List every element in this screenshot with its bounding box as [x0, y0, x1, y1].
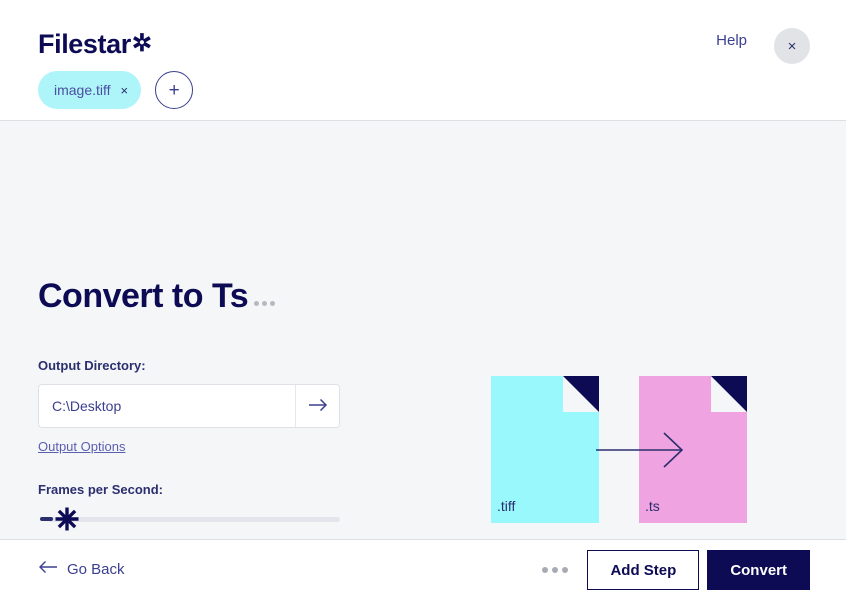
file-tabs: image.tiff × + — [38, 71, 194, 109]
convert-button[interactable]: Convert — [707, 550, 810, 590]
output-directory-browse-button[interactable] — [295, 385, 339, 427]
page-title-row: Convert to Ts — [38, 277, 276, 315]
conversion-arrow-icon — [596, 432, 686, 468]
add-step-button[interactable]: Add Step — [587, 550, 700, 590]
close-window-button[interactable]: × — [774, 28, 810, 64]
plus-icon: + — [168, 79, 180, 101]
arrow-right-icon — [308, 398, 328, 415]
app-footer: Go Back Add Step Convert — [0, 540, 846, 600]
go-back-label: Go Back — [67, 560, 125, 578]
source-file-fold-icon — [563, 376, 599, 412]
main-content: Convert to Ts Output Directory: Output O… — [0, 121, 846, 540]
slider-track[interactable] — [48, 516, 340, 522]
page-title: Convert to Ts — [38, 277, 249, 315]
source-file-extension: .tiff — [497, 498, 516, 514]
frames-per-second-slider[interactable] — [38, 506, 340, 532]
app-logo: Filestar✲ — [38, 29, 152, 60]
slider-thumb-asterisk-icon[interactable] — [54, 506, 80, 532]
app-logo-star-icon: ✲ — [131, 30, 152, 57]
target-file-fold-icon — [711, 376, 747, 412]
app-header: Filestar✲ Help × image.tiff × + — [0, 0, 846, 121]
file-chip-image-tiff[interactable]: image.tiff × — [38, 71, 142, 109]
ellipsis-icon[interactable] — [254, 300, 276, 315]
app-logo-text: Filestar — [38, 29, 131, 59]
output-directory-input[interactable] — [39, 385, 295, 427]
output-options-link[interactable]: Output Options — [38, 439, 125, 454]
settings-form: Output Directory: Output Options Frames … — [38, 358, 340, 532]
target-file-extension: .ts — [645, 498, 660, 514]
footer-actions: Add Step Convert — [542, 550, 810, 590]
file-chip-label: image.tiff — [54, 82, 111, 98]
minus-icon[interactable] — [40, 517, 53, 521]
source-file-graphic: .tiff — [491, 376, 599, 523]
file-chip-close-icon[interactable]: × — [121, 84, 129, 97]
go-back-button[interactable]: Go Back — [38, 560, 125, 578]
output-directory-label: Output Directory: — [38, 358, 146, 373]
conversion-illustration: .tiff .ts — [491, 376, 747, 523]
add-file-button[interactable]: + — [155, 71, 194, 109]
help-link[interactable]: Help — [716, 32, 747, 49]
more-options-ellipsis-icon[interactable] — [542, 550, 569, 590]
output-directory-row — [38, 384, 340, 428]
frames-per-second-label: Frames per Second: — [38, 482, 163, 497]
arrow-left-icon — [38, 560, 58, 578]
app-window: Filestar✲ Help × image.tiff × + Convert … — [0, 0, 846, 600]
close-icon: × — [787, 37, 797, 55]
